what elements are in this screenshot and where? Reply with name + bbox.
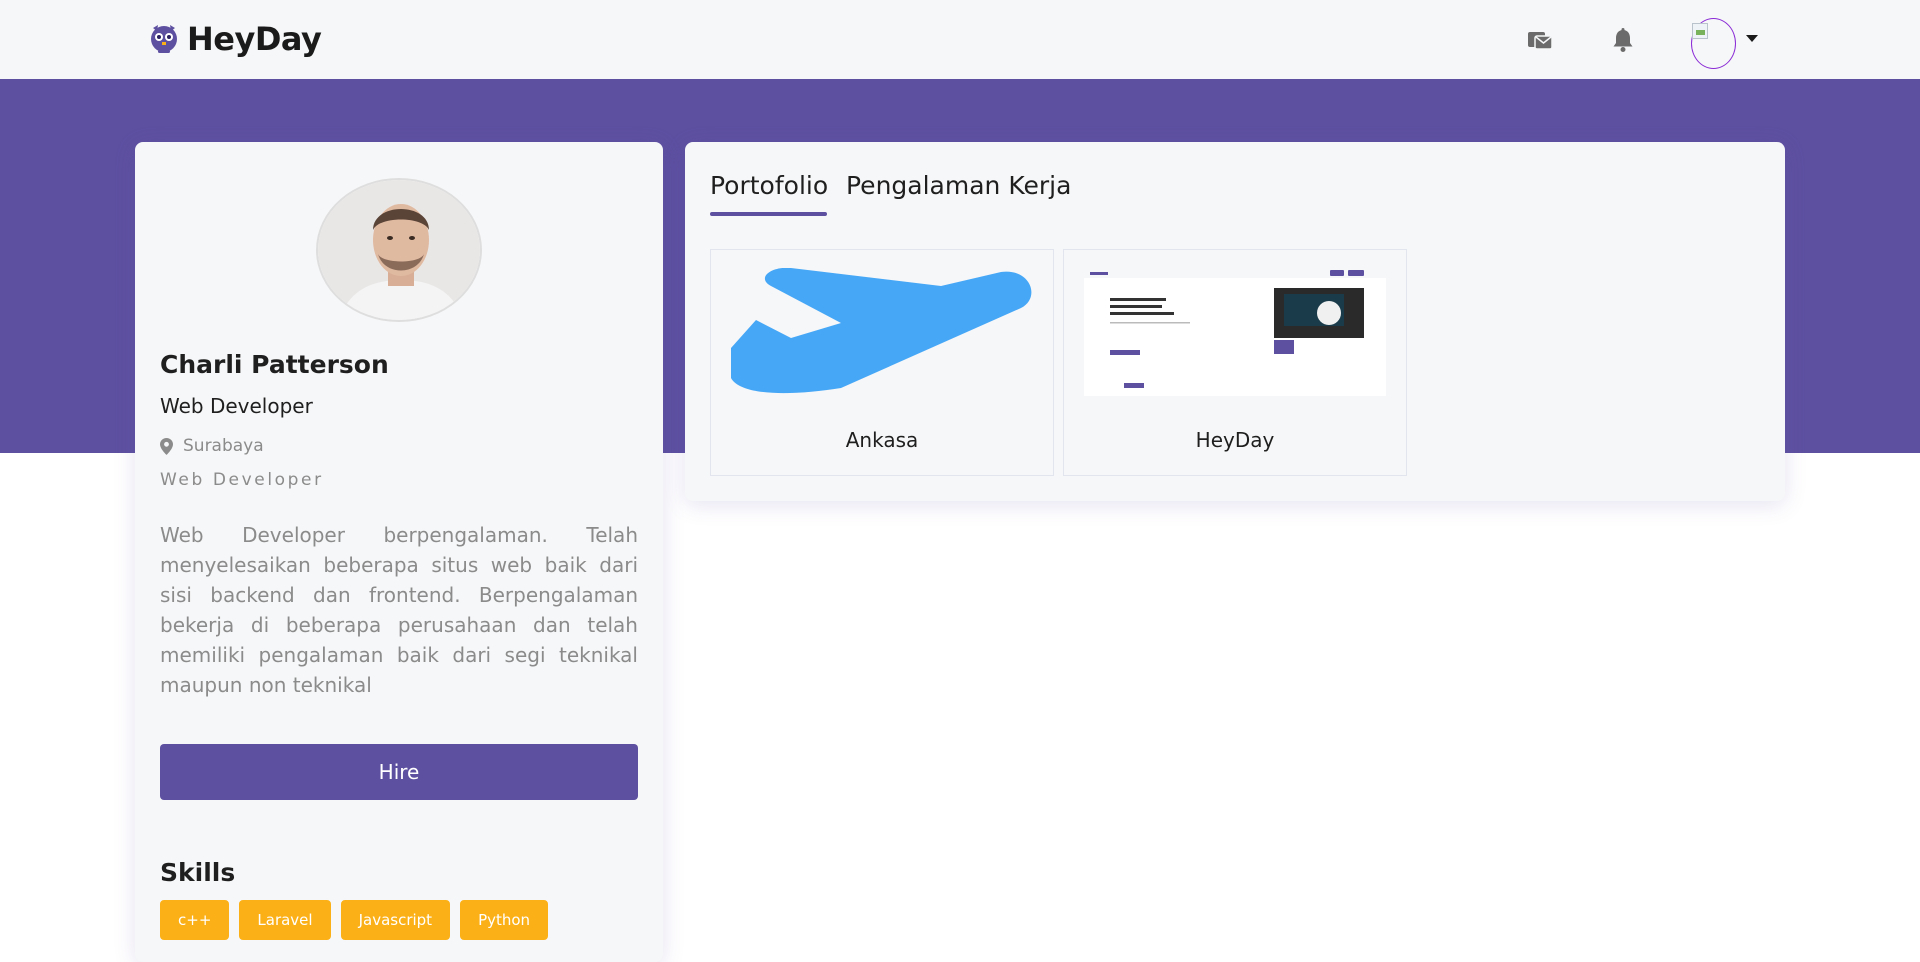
brand-name: HeyDay [187,20,322,58]
broken-image-icon [1692,23,1708,39]
tab-pengalaman-kerja[interactable]: Pengalaman Kerja [846,171,1071,200]
profile-job: Web Developer [160,470,324,490]
skills-title: Skills [160,858,236,887]
location-text: Surabaya [183,436,264,456]
logo-owl-icon [151,25,177,53]
tab-active-indicator [710,212,827,216]
skills-list: c++ Laravel Javascript Python [160,900,549,940]
logo[interactable]: HeyDay [149,20,322,58]
caret-down-icon[interactable] [1746,35,1758,42]
avatar[interactable] [1691,18,1736,69]
skill-badge: Laravel [239,900,331,940]
portfolio-item[interactable]: Ankasa [710,249,1054,476]
portfolio-item-label: Ankasa [845,428,919,452]
airplane-image [731,268,1033,396]
map-pin-icon [160,437,173,455]
website-screenshot-image [1084,268,1386,396]
tab-portofolio[interactable]: Portofolio [710,171,828,200]
skill-badge: Python [460,900,549,940]
portfolio-item[interactable]: HeyDay [1063,249,1407,476]
profile-bio: Web Developer berpengalaman. Telah menye… [160,523,638,697]
profile-role: Web Developer [160,394,313,418]
portfolio-item-label: HeyDay [1195,428,1275,452]
skill-badge: c++ [160,900,230,940]
bell-icon[interactable] [1609,26,1637,54]
navbar: HeyDay [0,0,1920,79]
hire-button[interactable]: Hire [160,744,638,800]
skill-badge: Javascript [340,900,451,940]
profile-name: Charli Patterson [160,350,389,379]
profile-photo [316,178,482,322]
profile-location: Surabaya [160,436,264,456]
mail-icon[interactable] [1526,26,1554,54]
